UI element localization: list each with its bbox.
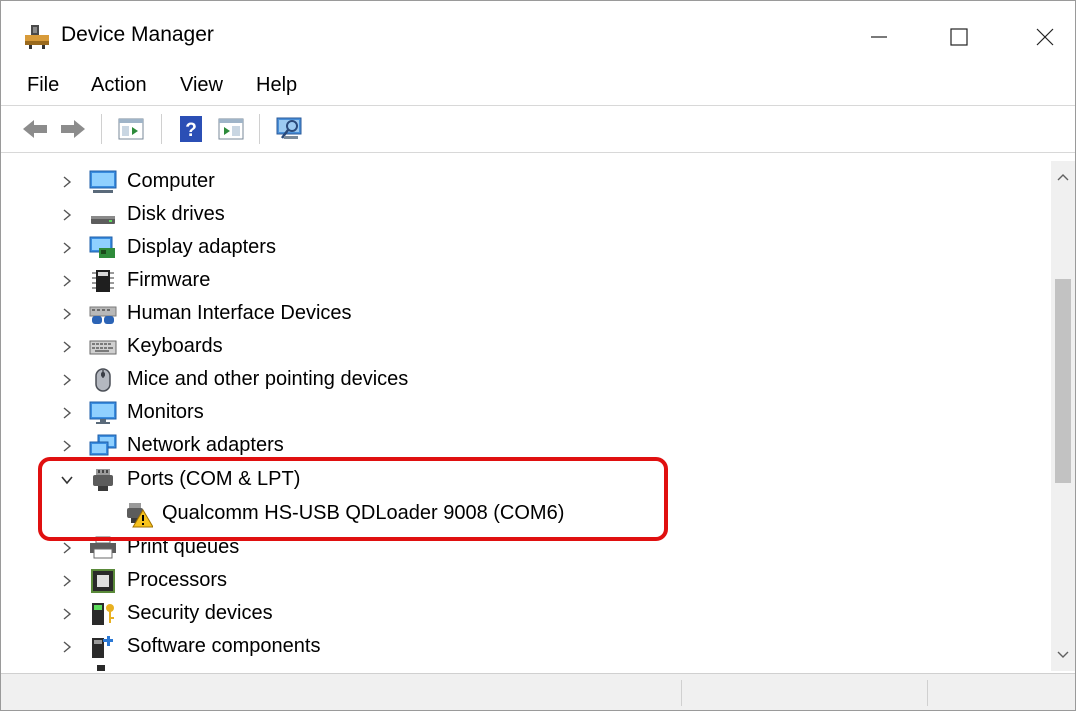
help-icon: ? <box>180 116 202 142</box>
toolbar: ? <box>1 105 1075 153</box>
forward-arrow-icon <box>61 120 85 138</box>
tree-item-keyboards[interactable]: Keyboards <box>11 330 1051 363</box>
disk-drive-icon <box>89 203 115 227</box>
chevron-down-icon[interactable] <box>57 463 77 496</box>
tree-item-label: Mice and other pointing devices <box>127 368 409 390</box>
software-component-icon <box>89 635 113 659</box>
computer-icon <box>89 170 117 194</box>
tree-item-label: Firmware <box>127 269 211 291</box>
tree-item-label: Display adapters <box>127 236 276 258</box>
properties-pane-button[interactable] <box>115 114 147 144</box>
monitor-icon <box>89 401 117 425</box>
tree-item-security-devices[interactable]: Security devices <box>11 597 1051 630</box>
tree-item-disk-drives[interactable]: Disk drives <box>11 198 1051 231</box>
close-button[interactable] <box>1019 17 1071 57</box>
chevron-right-icon[interactable] <box>57 297 77 330</box>
tree-item-label: Disk drives <box>127 203 225 225</box>
tree-item-label: Print queues <box>127 536 240 558</box>
svg-text:?: ? <box>185 120 197 141</box>
mouse-icon <box>89 368 113 392</box>
minimize-icon <box>871 36 887 38</box>
maximize-icon <box>950 28 968 46</box>
chevron-right-icon[interactable] <box>57 330 77 363</box>
chevron-right-icon[interactable] <box>57 630 77 663</box>
tree-item-processors[interactable]: Processors <box>11 564 1051 597</box>
menu-action[interactable]: Action <box>91 74 147 97</box>
tree-item-label: Security devices <box>127 602 273 624</box>
back-arrow-icon <box>23 120 47 138</box>
tree-item-label: Network adapters <box>127 434 284 456</box>
title-bar: Device Manager <box>1 1 1075 71</box>
security-device-icon <box>89 602 114 626</box>
tree-item-computer[interactable]: Computer <box>11 165 1051 198</box>
device-tree: Computer Disk drives Display adapters Fi… <box>11 161 1051 671</box>
tree-item-ports[interactable]: Ports (COM & LPT) <box>11 463 1051 496</box>
printer-icon <box>89 536 116 560</box>
tree-item-qualcomm-port[interactable]: Qualcomm HS-USB QDLoader 9008 (COM6) <box>11 497 1051 530</box>
device-manager-window: Device Manager File Action View Help ? C… <box>0 0 1076 711</box>
tree-item-mice[interactable]: Mice and other pointing devices <box>11 363 1051 396</box>
back-button[interactable] <box>19 114 51 144</box>
chevron-right-icon[interactable] <box>57 429 77 462</box>
firmware-icon <box>89 269 114 293</box>
chevron-right-icon[interactable] <box>57 231 77 264</box>
tree-item-label: Keyboards <box>127 335 223 357</box>
menu-bar: File Action View Help <box>1 65 1075 105</box>
chevron-right-icon[interactable] <box>57 165 77 198</box>
network-adapter-icon <box>89 434 117 458</box>
forward-button[interactable] <box>57 114 89 144</box>
tree-item-firmware[interactable]: Firmware <box>11 264 1051 297</box>
maximize-button[interactable] <box>933 17 985 57</box>
scan-hardware-button[interactable] <box>273 114 305 144</box>
port-icon <box>89 468 113 492</box>
tree-item-display-adapters[interactable]: Display adapters <box>11 231 1051 264</box>
minimize-button[interactable] <box>853 17 905 57</box>
hid-icon <box>89 302 117 326</box>
display-adapter-icon <box>89 236 115 260</box>
tree-item-label: Monitors <box>127 401 204 423</box>
warning-port-icon <box>125 502 154 528</box>
tree-item-label: Software components <box>127 635 321 657</box>
tree-item-software-components[interactable]: Software components <box>11 630 1051 663</box>
properties-pane-icon <box>118 118 144 140</box>
tree-item-network-adapters[interactable]: Network adapters <box>11 429 1051 462</box>
chevron-right-icon[interactable] <box>57 396 77 429</box>
menu-help[interactable]: Help <box>256 74 297 97</box>
close-icon <box>1036 28 1054 46</box>
scroll-down-arrow[interactable] <box>1051 643 1075 667</box>
menu-view[interactable]: View <box>180 74 223 97</box>
chevron-right-icon[interactable] <box>57 531 77 564</box>
tree-item-label: Ports (COM & LPT) <box>127 468 301 490</box>
chevron-right-icon[interactable] <box>57 597 77 630</box>
chevron-right-icon[interactable] <box>57 363 77 396</box>
scroll-thumb[interactable] <box>1055 279 1071 483</box>
status-bar <box>1 673 1075 710</box>
chevron-right-icon[interactable] <box>57 264 77 297</box>
device-manager-app-icon <box>23 23 51 51</box>
tree-item-print-queues[interactable]: Print queues <box>11 531 1051 564</box>
menu-file[interactable]: File <box>27 74 59 97</box>
keyboard-icon <box>89 335 117 359</box>
chevron-right-icon[interactable] <box>57 198 77 231</box>
update-driver-icon <box>218 118 244 140</box>
partial-tree-icon <box>97 665 105 671</box>
tree-item-label: Computer <box>127 170 215 192</box>
tree-item-label: Qualcomm HS-USB QDLoader 9008 (COM6) <box>162 502 565 524</box>
scan-hardware-icon <box>276 117 302 139</box>
window-title: Device Manager <box>61 23 214 46</box>
processor-icon <box>89 569 115 593</box>
chevron-right-icon[interactable] <box>57 564 77 597</box>
scroll-up-arrow[interactable] <box>1051 165 1075 189</box>
help-button[interactable]: ? <box>175 114 207 144</box>
tree-item-label: Human Interface Devices <box>127 302 352 324</box>
tree-item-human-interface-devices[interactable]: Human Interface Devices <box>11 297 1051 330</box>
vertical-scrollbar[interactable] <box>1051 161 1075 671</box>
tree-item-label: Processors <box>127 569 228 591</box>
tree-item-monitors[interactable]: Monitors <box>11 396 1051 429</box>
update-driver-button[interactable] <box>215 114 247 144</box>
